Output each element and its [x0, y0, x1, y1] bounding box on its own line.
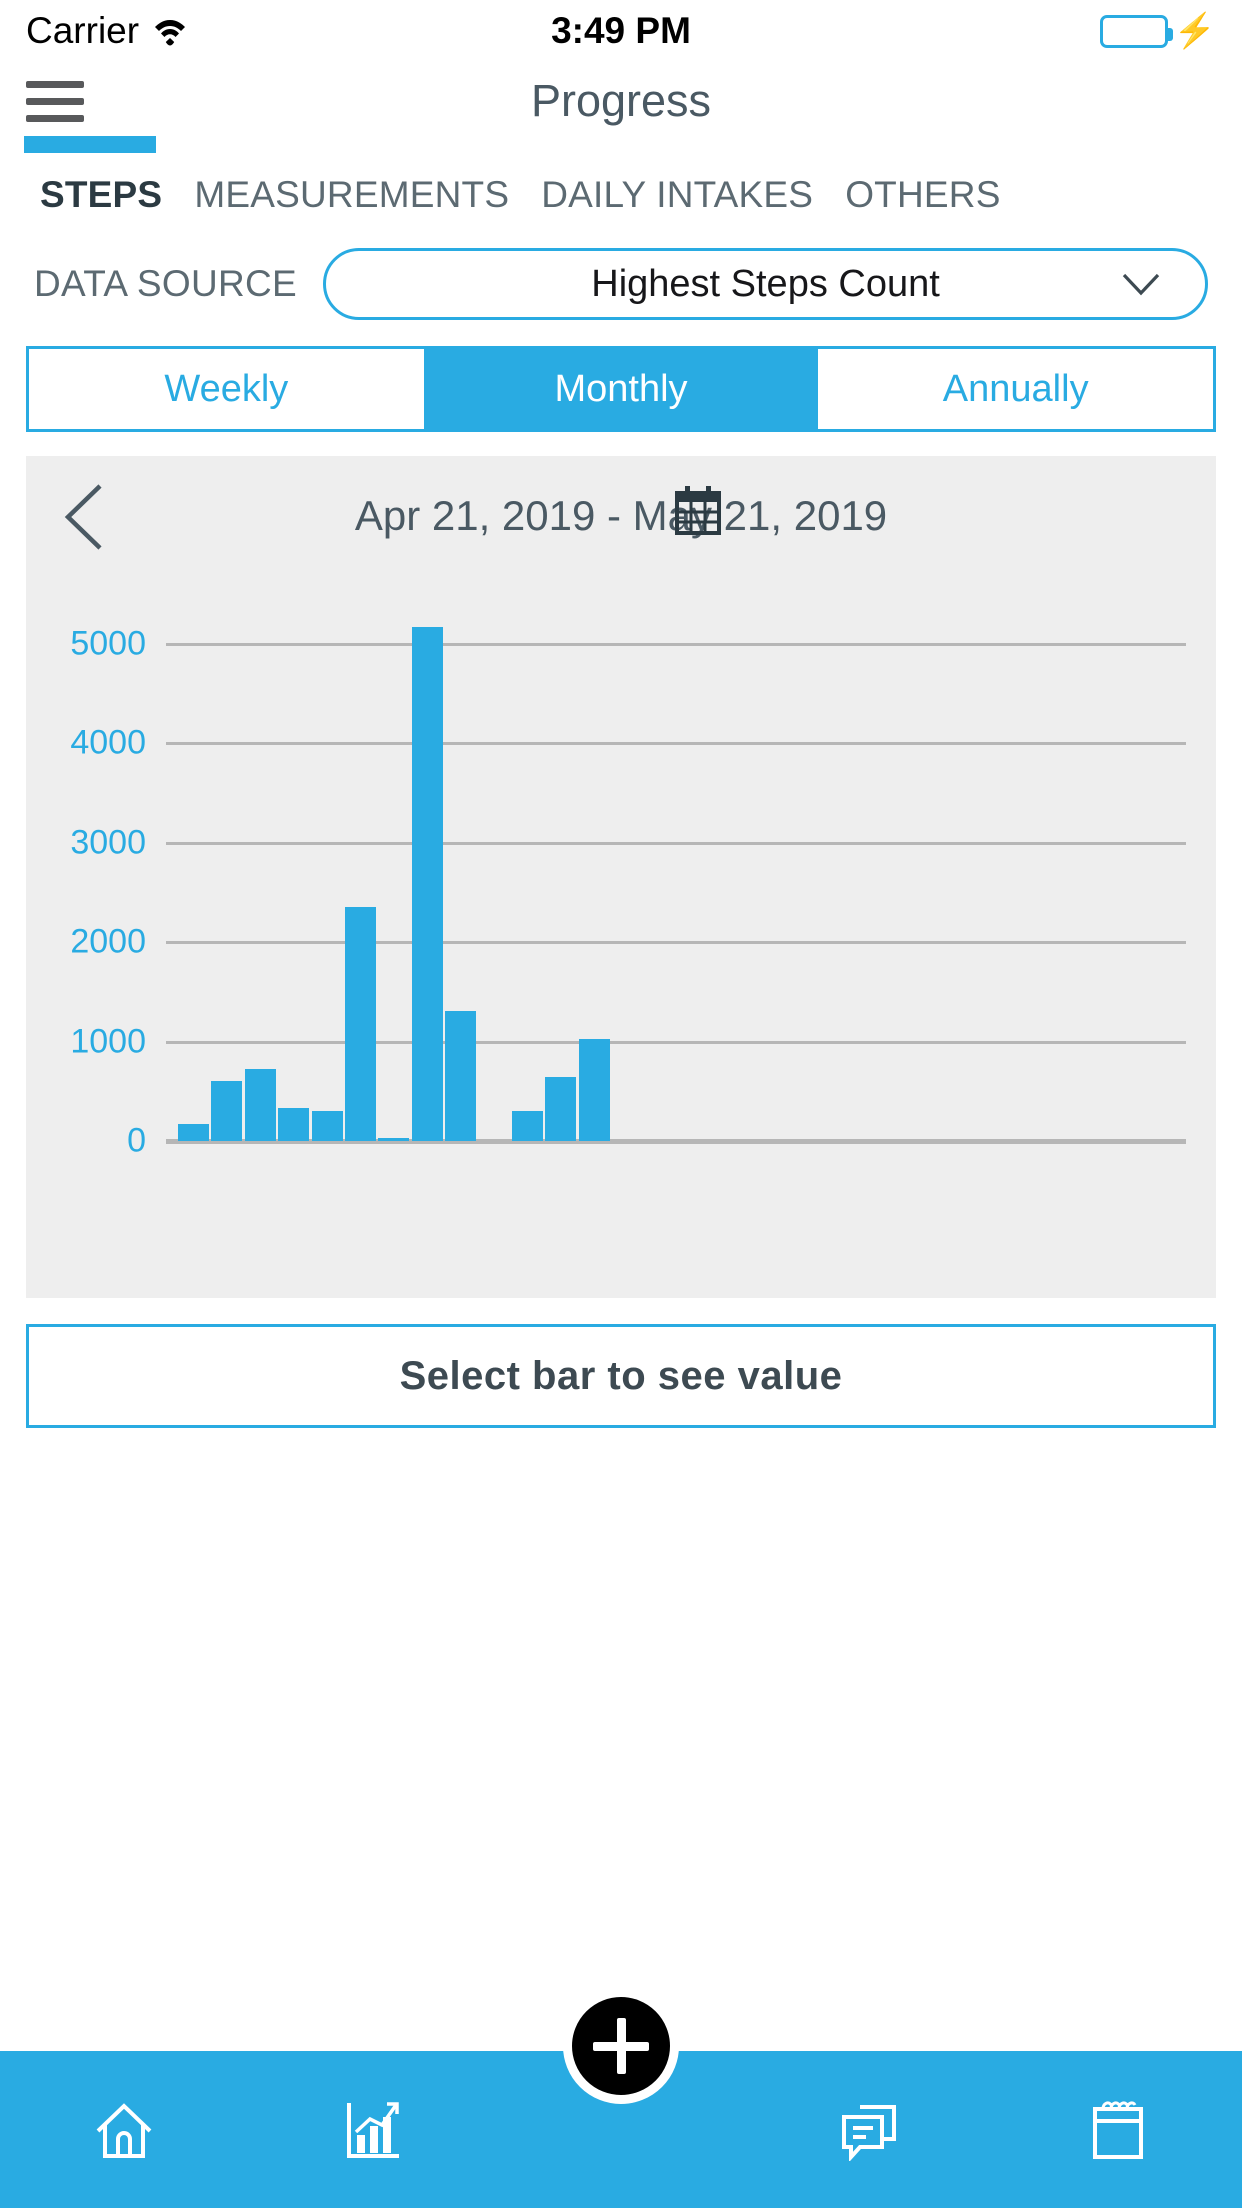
chart-bar[interactable]	[445, 1010, 477, 1141]
add-button-fab[interactable]	[563, 1988, 679, 2104]
plus-icon	[593, 2018, 649, 2074]
chart-bar[interactable]	[178, 1124, 209, 1141]
chart-gridline	[166, 742, 1186, 746]
page-title: Progress	[530, 75, 712, 126]
chart-y-tick-label: 0	[127, 1121, 146, 1160]
tab-steps[interactable]: STEPS	[24, 174, 178, 222]
chart-y-axis: 0 1000 2000 3000 4000 5000	[26, 576, 146, 1298]
lightning-bolt-icon: ⚡	[1173, 12, 1216, 50]
chart-bar[interactable]	[411, 626, 443, 1141]
chart-panel: Apr 21, 2019 - May 21, 2019 0 1000 2000 300…	[26, 456, 1216, 1298]
chart-y-tick-label: 4000	[70, 723, 146, 762]
bottom-nav-home[interactable]	[0, 2099, 248, 2161]
bottom-nav-stats[interactable]	[248, 2099, 496, 2161]
selected-bar-value-banner[interactable]: Select bar to see value	[26, 1324, 1216, 1428]
chart-bar[interactable]	[545, 1077, 577, 1141]
chart-gridline	[166, 1040, 1186, 1044]
date-range-label: Apr 21, 2019 - May 21, 2019	[354, 492, 888, 539]
tab-others[interactable]: OTHERS	[829, 174, 1016, 222]
data-source-value: Highest Steps Count	[591, 262, 940, 305]
status-bar: Carrier 3:49 PM ⚡	[0, 0, 1242, 62]
battery-icon	[1099, 14, 1173, 48]
chart-gridline	[166, 642, 1186, 646]
status-bar-right: ⚡	[1099, 12, 1216, 50]
chart-bar[interactable]	[211, 1081, 243, 1141]
tab-bar: STEPS MEASUREMENTS DAILY INTAKES OTHERS	[0, 136, 1242, 222]
chart-gridline	[166, 841, 1186, 845]
period-segmented-control: Weekly Monthly Annually	[26, 346, 1216, 432]
chart-bar[interactable]	[278, 1108, 310, 1141]
chart-bar[interactable]	[578, 1038, 610, 1141]
bottom-nav-chat[interactable]	[745, 2099, 993, 2161]
chart-gridline	[166, 941, 1186, 945]
period-annually[interactable]: Annually	[818, 349, 1214, 429]
chart-y-tick-label: 5000	[70, 624, 146, 663]
chart-bar[interactable]	[345, 907, 376, 1141]
date-nav-row: Apr 21, 2019 - May 21, 2019	[26, 456, 1216, 576]
chart-y-tick-label: 3000	[70, 823, 146, 862]
period-weekly[interactable]: Weekly	[29, 349, 424, 429]
chart-bar[interactable]	[512, 1111, 543, 1141]
chart-bar[interactable]	[378, 1138, 410, 1141]
chart-plot-area[interactable]: 0 1000 2000 3000 4000 5000	[26, 576, 1216, 1298]
tab-daily-intakes[interactable]: DAILY INTAKES	[525, 174, 829, 222]
data-source-row: DATA SOURCE Highest Steps Count	[0, 248, 1242, 320]
status-bar-time: 3:49 PM	[551, 10, 691, 51]
calendar-icon[interactable]	[674, 484, 722, 536]
chart-y-tick-label: 1000	[70, 1022, 146, 1061]
data-source-select[interactable]: Highest Steps Count	[323, 248, 1208, 320]
chevron-down-icon	[1121, 272, 1161, 296]
nav-bar: Progress	[0, 62, 1242, 140]
bottom-nav-notepad[interactable]	[994, 2099, 1242, 2161]
chart-bar[interactable]	[244, 1069, 276, 1141]
stats-chart-icon	[342, 2099, 404, 2161]
chart-y-tick-label: 2000	[70, 922, 146, 961]
period-monthly[interactable]: Monthly	[423, 349, 819, 429]
chart-bar[interactable]	[311, 1111, 343, 1141]
tab-measurements[interactable]: MEASUREMENTS	[178, 174, 525, 222]
home-icon	[93, 2099, 155, 2161]
chat-bubble-icon	[838, 2099, 900, 2161]
data-source-label: DATA SOURCE	[34, 263, 298, 304]
tab-active-indicator	[24, 136, 156, 153]
notepad-calendar-icon	[1087, 2099, 1149, 2161]
